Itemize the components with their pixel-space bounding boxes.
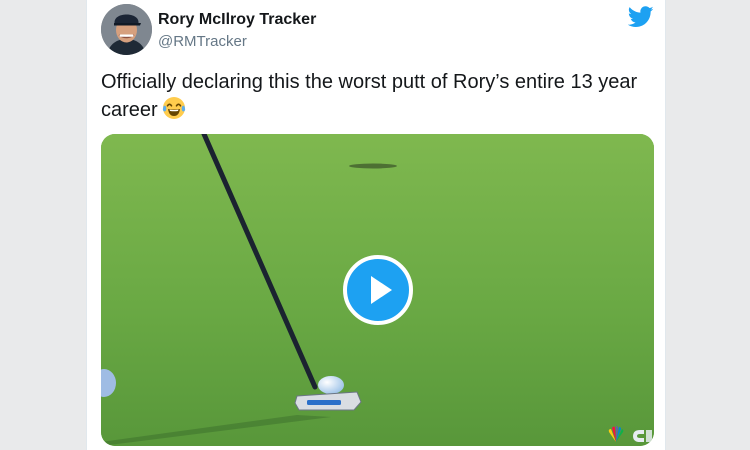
tweet-card[interactable]: Rory McIlroy Tracker @RMTracker Official… <box>86 0 666 450</box>
author-avatar[interactable] <box>101 4 152 55</box>
face-with-tears-of-joy-icon <box>162 97 185 119</box>
author-handle[interactable]: @RMTracker <box>158 33 247 50</box>
video-thumbnail[interactable] <box>101 134 654 446</box>
nbc-peacock-logo <box>608 426 652 442</box>
twitter-bird-icon[interactable] <box>628 6 654 28</box>
tweet-text: Officially declaring this the worst putt… <box>101 69 646 124</box>
author-name[interactable]: Rory McIlroy Tracker <box>158 11 316 29</box>
play-button[interactable] <box>343 255 413 325</box>
play-icon <box>371 276 392 304</box>
avatar-photo <box>101 4 152 55</box>
